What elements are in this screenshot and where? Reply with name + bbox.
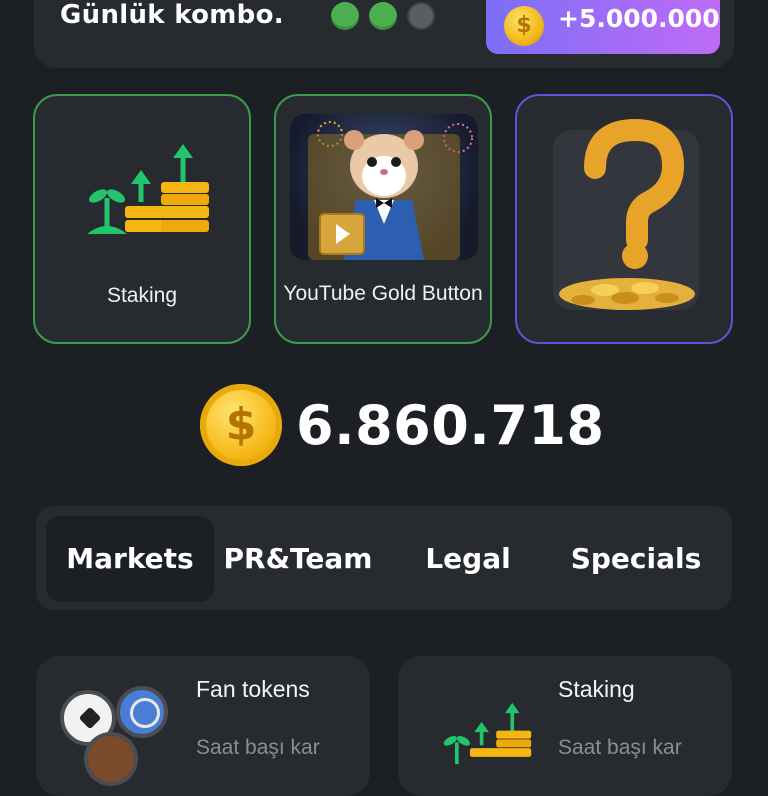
combo-card-staking[interactable]: Staking [33,94,251,344]
combo-progress-dot-1 [331,2,359,30]
combo-card-mystery[interactable] [515,94,733,344]
tab-pr-team[interactable]: PR&Team [214,516,382,602]
upgrade-title: Staking [558,676,635,702]
sports-balls-icon [60,686,172,786]
tab-markets[interactable]: Markets [46,516,214,602]
upgrade-subtitle: Saat başı kar [196,736,320,759]
staking-growth-icon [443,702,532,765]
upgrade-subtitle: Saat başı kar [558,736,682,759]
dollar-coin-icon: $ [504,6,544,46]
category-tabs: Markets PR&Team Legal Specials [36,506,732,610]
combo-progress-dot-3 [407,2,435,30]
tab-specials[interactable]: Specials [552,516,720,602]
daily-combo-title: Günlük kombo. [60,0,284,30]
balance-value: 6.860.718 [296,394,605,457]
combo-progress-dot-2 [369,2,397,30]
upgrade-title: Fan tokens [196,676,310,702]
staking-growth-icon [87,144,209,234]
tab-legal[interactable]: Legal [384,516,552,602]
dollar-coin-icon: $ [200,384,282,466]
tennis-racket-icon [116,686,168,738]
mystery-question-icon [559,118,695,310]
combo-reward-button[interactable]: $ +5.000.000 [486,0,720,54]
upgrade-card-fan-tokens[interactable]: Fan tokens Saat başı kar [36,656,370,796]
combo-card-youtube-gold-button[interactable]: YouTube Gold Button [274,94,492,344]
combo-card-label: YouTube Gold Button [283,282,483,305]
upgrade-card-staking[interactable]: Staking Saat başı kar [398,656,732,796]
combo-reward-amount: +5.000.000 [558,4,720,33]
hamster-youtube-gold-button-image [290,114,478,260]
combo-card-label: Staking [106,284,178,307]
football-icon [84,732,138,786]
